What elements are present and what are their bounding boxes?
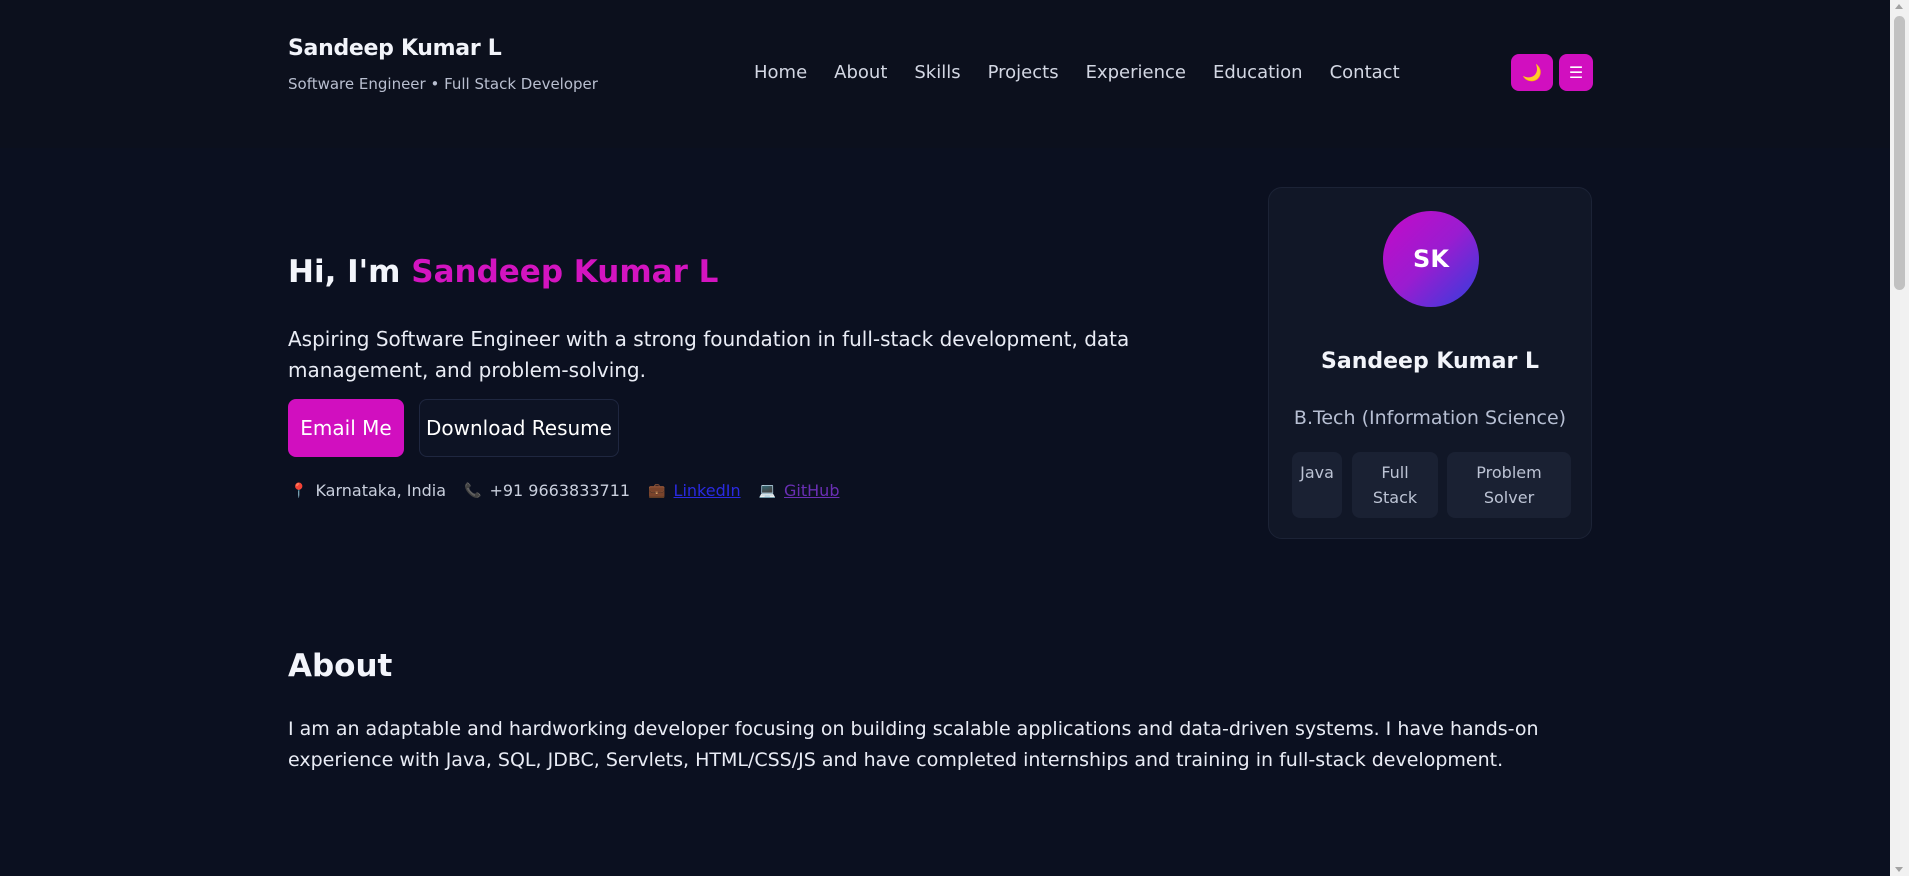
linkedin-link[interactable]: LinkedIn <box>674 481 741 500</box>
github-link[interactable]: GitHub <box>784 481 839 500</box>
briefcase-icon: 💼 <box>648 482 666 499</box>
skill-chip: Problem Solver <box>1447 452 1571 518</box>
brand-name[interactable]: Sandeep Kumar L <box>288 36 598 61</box>
hero-intro: Aspiring Software Engineer with a strong… <box>288 327 1130 382</box>
hero-name: Sandeep Kumar L <box>411 254 719 290</box>
menu-button[interactable]: ☰ <box>1559 54 1593 91</box>
about-text: I am an adaptable and hardworking develo… <box>288 718 1539 771</box>
about-heading: About <box>288 648 393 684</box>
contact-row: 📍 Karnataka, India 📞 +91 9663833711 💼 Li… <box>290 481 857 500</box>
nav-contact[interactable]: Contact <box>1330 62 1400 83</box>
email-me-button[interactable]: Email Me <box>288 399 404 457</box>
brand: Sandeep Kumar L Software Engineer • Full… <box>288 36 598 93</box>
scrollbar-thumb[interactable] <box>1894 16 1905 290</box>
linkedin: 💼 LinkedIn <box>648 481 741 500</box>
avatar: SK <box>1383 211 1479 307</box>
skill-chip: Full Stack <box>1352 452 1438 518</box>
scroll-down-arrow-icon[interactable] <box>1895 867 1903 872</box>
scroll-up-arrow-icon[interactable] <box>1895 4 1903 9</box>
hero-greeting: Hi, I'm <box>288 254 412 290</box>
hamburger-icon: ☰ <box>1568 63 1584 82</box>
top-navigation-bar: Sandeep Kumar L Software Engineer • Full… <box>0 0 1890 148</box>
nav-skills[interactable]: Skills <box>914 62 960 83</box>
location: 📍 Karnataka, India <box>290 481 446 500</box>
main-nav: Home About Skills Projects Experience Ed… <box>754 62 1427 83</box>
moon-icon: 🌙 <box>1522 63 1542 82</box>
laptop-icon: 💻 <box>758 482 777 499</box>
nav-projects[interactable]: Projects <box>988 62 1059 83</box>
nav-home[interactable]: Home <box>754 62 807 83</box>
brand-subtitle: Software Engineer • Full Stack Developer <box>288 75 598 93</box>
theme-toggle-button[interactable]: 🌙 <box>1511 54 1553 91</box>
nav-about[interactable]: About <box>834 62 887 83</box>
vertical-scrollbar[interactable] <box>1890 0 1909 876</box>
phone: 📞 +91 9663833711 <box>464 481 630 500</box>
phone-text: +91 9663833711 <box>489 481 631 500</box>
phone-icon: 📞 <box>464 482 482 499</box>
location-pin-icon: 📍 <box>290 482 308 499</box>
profile-degree: B.Tech (Information Science) <box>1293 407 1567 429</box>
skill-chip: Java <box>1292 452 1342 518</box>
hero-heading: Hi, I'm Sandeep Kumar L <box>288 254 718 290</box>
github: 💻 GitHub <box>759 481 840 500</box>
profile-name: Sandeep Kumar L <box>1321 349 1539 374</box>
nav-experience[interactable]: Experience <box>1086 62 1186 83</box>
download-resume-button[interactable]: Download Resume <box>419 399 619 457</box>
profile-card: SK Sandeep Kumar L B.Tech (Information S… <box>1268 187 1592 539</box>
nav-education[interactable]: Education <box>1213 62 1303 83</box>
location-text: Karnataka, India <box>315 481 446 500</box>
